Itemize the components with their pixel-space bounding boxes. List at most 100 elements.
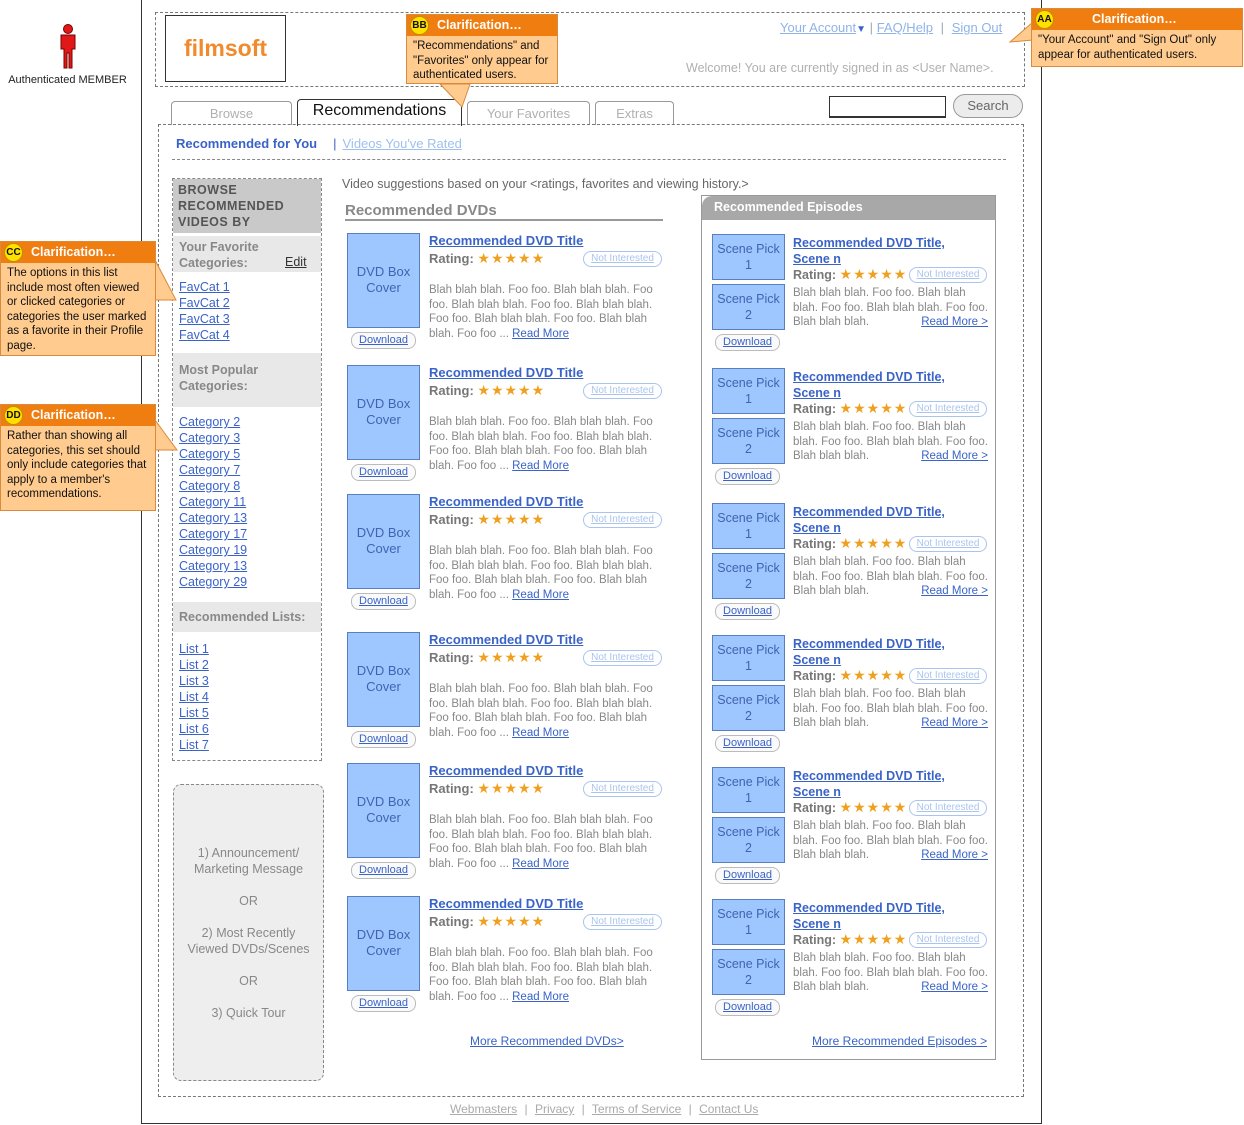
scene-pick-2-thumbnail[interactable]: Scene Pick 2 bbox=[712, 284, 785, 330]
subnav-videos-rated[interactable]: Videos You've Rated bbox=[343, 136, 462, 151]
episode-title-link[interactable]: Recommended DVD Title, Scene n bbox=[793, 900, 968, 932]
star-rating-icon[interactable]: ★★★★★ bbox=[840, 535, 908, 551]
not-interested-button[interactable]: Not Interested bbox=[909, 932, 987, 948]
read-more-link[interactable]: Read More bbox=[512, 858, 569, 870]
not-interested-button[interactable]: Not Interested bbox=[909, 668, 987, 684]
category-link[interactable]: Category 3 bbox=[179, 430, 247, 446]
read-more-link[interactable]: Read More > bbox=[921, 848, 988, 863]
scene-pick-2-thumbnail[interactable]: Scene Pick 2 bbox=[712, 949, 785, 995]
star-rating-icon[interactable]: ★★★★★ bbox=[840, 266, 908, 282]
scene-pick-2-thumbnail[interactable]: Scene Pick 2 bbox=[712, 685, 785, 731]
star-rating-icon[interactable]: ★★★★★ bbox=[477, 913, 545, 929]
footer-terms-link[interactable]: Terms of Service bbox=[592, 1102, 681, 1116]
star-rating-icon[interactable]: ★★★★★ bbox=[477, 250, 545, 266]
more-episodes-link[interactable]: More Recommended Episodes > bbox=[812, 1034, 987, 1048]
star-rating-icon[interactable]: ★★★★★ bbox=[840, 799, 908, 815]
read-more-link[interactable]: Read More bbox=[512, 727, 569, 739]
not-interested-button[interactable]: Not Interested bbox=[583, 650, 662, 666]
read-more-link[interactable]: Read More bbox=[512, 460, 569, 472]
list-link[interactable]: List 5 bbox=[179, 705, 209, 721]
read-more-link[interactable]: Read More bbox=[512, 328, 569, 340]
dvd-cover[interactable]: DVD Box Cover bbox=[347, 896, 420, 991]
dvd-title-link[interactable]: Recommended DVD Title bbox=[429, 896, 583, 911]
list-link[interactable]: List 2 bbox=[179, 657, 209, 673]
not-interested-button[interactable]: Not Interested bbox=[583, 383, 662, 399]
subnav-recommended-for-you[interactable]: Recommended for You bbox=[176, 136, 317, 151]
fav-category-link[interactable]: FavCat 3 bbox=[179, 311, 230, 327]
dvd-title-link[interactable]: Recommended DVD Title bbox=[429, 365, 583, 380]
scene-pick-1-thumbnail[interactable]: Scene Pick 1 bbox=[712, 503, 785, 549]
scene-pick-2-thumbnail[interactable]: Scene Pick 2 bbox=[712, 817, 785, 863]
your-account-link[interactable]: Your Account bbox=[780, 20, 856, 35]
faq-link[interactable]: FAQ/Help bbox=[877, 20, 933, 35]
not-interested-button[interactable]: Not Interested bbox=[583, 251, 662, 267]
footer-webmasters-link[interactable]: Webmasters bbox=[450, 1102, 517, 1116]
read-more-link[interactable]: Read More > bbox=[921, 980, 988, 995]
category-link[interactable]: Category 8 bbox=[179, 478, 247, 494]
dvd-cover[interactable]: DVD Box Cover bbox=[347, 763, 420, 858]
episode-title-link[interactable]: Recommended DVD Title, Scene n bbox=[793, 369, 968, 401]
list-link[interactable]: List 4 bbox=[179, 689, 209, 705]
download-button[interactable]: Download bbox=[351, 995, 416, 1012]
star-rating-icon[interactable]: ★★★★★ bbox=[477, 511, 545, 527]
download-button[interactable]: Download bbox=[351, 731, 416, 748]
search-button[interactable]: Search bbox=[953, 94, 1023, 118]
star-rating-icon[interactable]: ★★★★★ bbox=[840, 400, 908, 416]
download-button[interactable]: Download bbox=[351, 332, 416, 349]
download-button[interactable]: Download bbox=[715, 867, 780, 884]
list-link[interactable]: List 7 bbox=[179, 737, 209, 753]
not-interested-button[interactable]: Not Interested bbox=[583, 512, 662, 528]
read-more-link[interactable]: Read More > bbox=[921, 449, 988, 464]
download-button[interactable]: Download bbox=[715, 735, 780, 752]
category-link[interactable]: Category 13 bbox=[179, 558, 247, 574]
read-more-link[interactable]: Read More > bbox=[921, 315, 988, 330]
dvd-title-link[interactable]: Recommended DVD Title bbox=[429, 494, 583, 509]
tab-extras[interactable]: Extras bbox=[595, 101, 674, 125]
not-interested-button[interactable]: Not Interested bbox=[909, 267, 987, 283]
star-rating-icon[interactable]: ★★★★★ bbox=[840, 667, 908, 683]
list-link[interactable]: List 1 bbox=[179, 641, 209, 657]
logo[interactable]: filmsoft bbox=[165, 15, 286, 82]
category-link[interactable]: Category 13 bbox=[179, 510, 247, 526]
category-link[interactable]: Category 29 bbox=[179, 574, 247, 590]
category-link[interactable]: Category 19 bbox=[179, 542, 247, 558]
tab-your-favorites[interactable]: Your Favorites bbox=[467, 101, 590, 125]
not-interested-button[interactable]: Not Interested bbox=[909, 800, 987, 816]
dvd-title-link[interactable]: Recommended DVD Title bbox=[429, 763, 583, 778]
star-rating-icon[interactable]: ★★★★★ bbox=[477, 649, 545, 665]
scene-pick-1-thumbnail[interactable]: Scene Pick 1 bbox=[712, 368, 785, 414]
list-link[interactable]: List 6 bbox=[179, 721, 209, 737]
dvd-title-link[interactable]: Recommended DVD Title bbox=[429, 233, 583, 248]
episode-title-link[interactable]: Recommended DVD Title, Scene n bbox=[793, 504, 968, 536]
category-link[interactable]: Category 2 bbox=[179, 414, 247, 430]
read-more-link[interactable]: Read More > bbox=[921, 716, 988, 731]
download-button[interactable]: Download bbox=[715, 999, 780, 1016]
dvd-title-link[interactable]: Recommended DVD Title bbox=[429, 632, 583, 647]
download-button[interactable]: Download bbox=[715, 468, 780, 485]
list-link[interactable]: List 3 bbox=[179, 673, 209, 689]
not-interested-button[interactable]: Not Interested bbox=[583, 781, 662, 797]
download-button[interactable]: Download bbox=[351, 464, 416, 481]
star-rating-icon[interactable]: ★★★★★ bbox=[477, 780, 545, 796]
category-link[interactable]: Category 7 bbox=[179, 462, 247, 478]
read-more-link[interactable]: Read More > bbox=[921, 584, 988, 599]
read-more-link[interactable]: Read More bbox=[512, 589, 569, 601]
category-link[interactable]: Category 17 bbox=[179, 526, 247, 542]
category-link[interactable]: Category 11 bbox=[179, 494, 247, 510]
edit-favorites-link[interactable]: Edit bbox=[285, 255, 307, 269]
download-button[interactable]: Download bbox=[351, 593, 416, 610]
episode-title-link[interactable]: Recommended DVD Title, Scene n bbox=[793, 636, 968, 668]
not-interested-button[interactable]: Not Interested bbox=[583, 914, 662, 930]
dvd-cover[interactable]: DVD Box Cover bbox=[347, 494, 420, 589]
dropdown-arrow-icon[interactable]: ▼ bbox=[856, 24, 866, 35]
download-button[interactable]: Download bbox=[715, 603, 780, 620]
scene-pick-1-thumbnail[interactable]: Scene Pick 1 bbox=[712, 899, 785, 945]
episode-title-link[interactable]: Recommended DVD Title, Scene n bbox=[793, 235, 968, 267]
tab-browse[interactable]: Browse bbox=[171, 101, 292, 125]
fav-category-link[interactable]: FavCat 1 bbox=[179, 279, 230, 295]
fav-category-link[interactable]: FavCat 4 bbox=[179, 327, 230, 343]
not-interested-button[interactable]: Not Interested bbox=[909, 536, 987, 552]
dvd-cover[interactable]: DVD Box Cover bbox=[347, 365, 420, 460]
scene-pick-1-thumbnail[interactable]: Scene Pick 1 bbox=[712, 767, 785, 813]
tab-recommendations[interactable]: Recommendations bbox=[297, 99, 462, 126]
